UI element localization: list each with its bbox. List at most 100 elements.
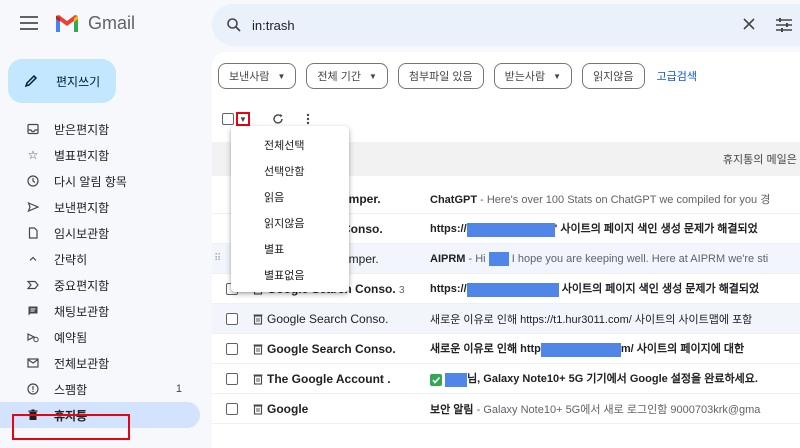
chip-label: 전체 기간 xyxy=(317,71,361,83)
more-options-icon[interactable] xyxy=(306,113,310,125)
advanced-search-link[interactable]: 고급검색 xyxy=(657,68,697,84)
search-options-icon[interactable] xyxy=(774,16,794,34)
sidebar-item-less[interactable]: 간략히 xyxy=(0,246,200,272)
subject-text: 새로운 이유로 인해 http xyxy=(430,343,541,356)
snippet-text: - Galaxy Note10+ 5G에서 새로 로그인함 9000703krk… xyxy=(473,403,761,416)
subject-text: AIPRM xyxy=(430,252,466,265)
sidebar-item-all-mail[interactable]: 전체보관함 xyxy=(0,350,200,376)
drag-handle-icon[interactable]: ⠿ xyxy=(214,253,221,264)
star-icon: ☆ xyxy=(27,148,39,162)
sidebar-item-snoozed[interactable]: 다시 알림 항목 xyxy=(0,168,200,194)
chip-label: 보낸사람 xyxy=(229,71,270,83)
chip-label: 읽지않음 xyxy=(593,71,634,83)
sidebar-item-spam[interactable]: 스팸함 1 xyxy=(0,376,200,402)
email-subject: 새로운 이유로 인해 https://t1.hur3011.com/ 사이트의 … xyxy=(430,311,800,327)
search-chips: 보낸사람 ▼ 전체 기간 ▼ 첨부파일 있음 받는사람 ▼ 읽지않음 고급검색 xyxy=(218,63,697,89)
redaction-block xyxy=(445,372,468,387)
menu-item-select-none[interactable]: 선택안함 xyxy=(231,158,349,184)
sidebar-item-starred[interactable]: ☆ 별표편지함 xyxy=(0,142,200,168)
subject-text: https:// xyxy=(430,283,467,296)
email-subject: AIPRM - Hi I hope you are keeping well. … xyxy=(430,251,800,266)
sidebar-item-label: 휴지통 xyxy=(54,408,88,423)
nav-list: 받은편지함 ☆ 별표편지함 다시 알림 항목 보낸편지함 임시보관함 간략히 중… xyxy=(0,116,207,428)
spam-icon xyxy=(26,382,40,396)
snippet-text: I hope you are keeping well. Here at AIP… xyxy=(508,252,769,265)
menu-item-unstarred[interactable]: 별표없음 xyxy=(231,262,349,288)
spam-count: 1 xyxy=(175,383,182,395)
gmail-logo[interactable]: Gmail xyxy=(54,13,135,34)
trash-icon xyxy=(253,344,263,355)
close-icon[interactable] xyxy=(740,15,758,33)
search-bar xyxy=(212,4,800,46)
search-icon[interactable] xyxy=(226,17,242,33)
email-row[interactable]: The Google Account . 님, Galaxy Note10+ 5… xyxy=(212,364,800,394)
chip-label: 받는사람 xyxy=(504,71,546,83)
compose-label: 편지쓰기 xyxy=(56,74,101,89)
pencil-icon xyxy=(24,74,38,88)
app-name: Gmail xyxy=(88,13,136,33)
menu-item-select-all[interactable]: 전체선택 xyxy=(231,132,349,158)
trash-icon xyxy=(253,404,263,415)
sidebar-item-label: 받은편지함 xyxy=(54,122,110,137)
email-row[interactable]: Google 보안 알림 - Galaxy Note10+ 5G에서 새로 로그… xyxy=(212,394,800,424)
chip-to[interactable]: 받는사람 ▼ xyxy=(493,63,573,89)
subject-text: ' 사이트의 페이지 색인 생성 문제가 해결되었 xyxy=(554,223,758,236)
chip-label: 첨부파일 있음 xyxy=(408,71,473,83)
compose-button[interactable]: 편지쓰기 xyxy=(8,59,116,103)
subject-text: 보안 알림 xyxy=(430,403,474,416)
search-input[interactable] xyxy=(252,17,672,33)
sidebar-item-label: 예약됨 xyxy=(54,330,88,345)
send-icon xyxy=(26,200,40,214)
menu-item-starred[interactable]: 별표 xyxy=(231,236,349,262)
trash-notice-text: 휴지통의 메일은 3 xyxy=(722,154,800,166)
menu-item-unread[interactable]: 읽지않음 xyxy=(231,210,349,236)
draft-icon xyxy=(26,226,40,240)
main-menu-button[interactable] xyxy=(20,16,38,32)
chip-unread[interactable]: 읽지않음 xyxy=(582,63,645,89)
sidebar-item-drafts[interactable]: 임시보관함 xyxy=(0,220,200,246)
chip-from[interactable]: 보낸사람 ▼ xyxy=(218,63,297,89)
sidebar: Gmail 편지쓰기 받은편지함 ☆ 별표편지함 다시 알림 항목 보낸편지함 … xyxy=(0,0,207,448)
caret-down-icon: ▼ xyxy=(277,71,286,81)
redaction-block xyxy=(540,342,621,357)
select-dropdown-button[interactable]: ▼ xyxy=(236,112,250,126)
select-all-checkbox[interactable] xyxy=(222,113,234,125)
all-mail-icon xyxy=(26,356,40,370)
chip-has-attachment[interactable]: 첨부파일 있음 xyxy=(397,63,484,89)
chip-date[interactable]: 전체 기간 ▼ xyxy=(306,63,388,89)
email-sender: Google Search Conso. xyxy=(267,311,389,326)
sidebar-item-scheduled[interactable]: 예약됨 xyxy=(0,324,200,350)
redaction-block xyxy=(466,282,559,297)
sidebar-item-chats[interactable]: 채팅보관함 xyxy=(0,298,200,324)
row-checkbox[interactable] xyxy=(226,312,238,325)
snippet-text: - Hi xyxy=(465,252,489,265)
email-sender: Google Search Conso. xyxy=(267,341,396,356)
subject-text: https:// xyxy=(430,223,467,236)
subject-text: 사이트의 페이지 색인 생성 문제가 해결되었 xyxy=(558,283,760,296)
thread-count: 3 xyxy=(399,284,405,296)
email-row[interactable]: Google Search Conso. 새로운 이유로 인해 https://… xyxy=(212,304,800,334)
hamburger-icon xyxy=(20,16,38,18)
sidebar-item-label: 중요편지함 xyxy=(54,278,110,293)
trash-icon xyxy=(26,408,40,422)
sidebar-item-important[interactable]: 중요편지함 xyxy=(0,272,200,298)
snippet-text: - Here's over 100 Stats on ChatGPT we co… xyxy=(477,193,771,206)
row-checkbox[interactable] xyxy=(226,342,238,355)
scheduled-icon xyxy=(26,330,40,344)
chevron-up-icon xyxy=(26,252,40,266)
refresh-icon[interactable] xyxy=(272,113,284,125)
row-checkbox[interactable] xyxy=(226,372,238,385)
clock-icon xyxy=(26,174,40,188)
menu-item-read[interactable]: 읽음 xyxy=(231,184,349,210)
sidebar-item-inbox[interactable]: 받은편지함 xyxy=(0,116,200,142)
subject-text: 님, Galaxy Note10+ 5G 기기에서 Google 설정을 완료하… xyxy=(467,373,758,386)
subject-text: 새로운 이유로 인해 https://t1.hur3011.com/ 사이트의 … xyxy=(430,313,753,326)
chat-icon xyxy=(26,304,40,318)
sidebar-item-trash[interactable]: 휴지통 xyxy=(0,402,200,428)
row-checkbox[interactable] xyxy=(226,402,238,415)
trash-icon xyxy=(253,374,263,385)
email-row[interactable]: Google Search Conso. 새로운 이유로 인해 http m/ 사… xyxy=(212,334,800,364)
caret-down-icon: ▼ xyxy=(553,71,562,81)
subject-text: ChatGPT xyxy=(430,193,478,206)
sidebar-item-sent[interactable]: 보낸편지함 xyxy=(0,194,200,220)
